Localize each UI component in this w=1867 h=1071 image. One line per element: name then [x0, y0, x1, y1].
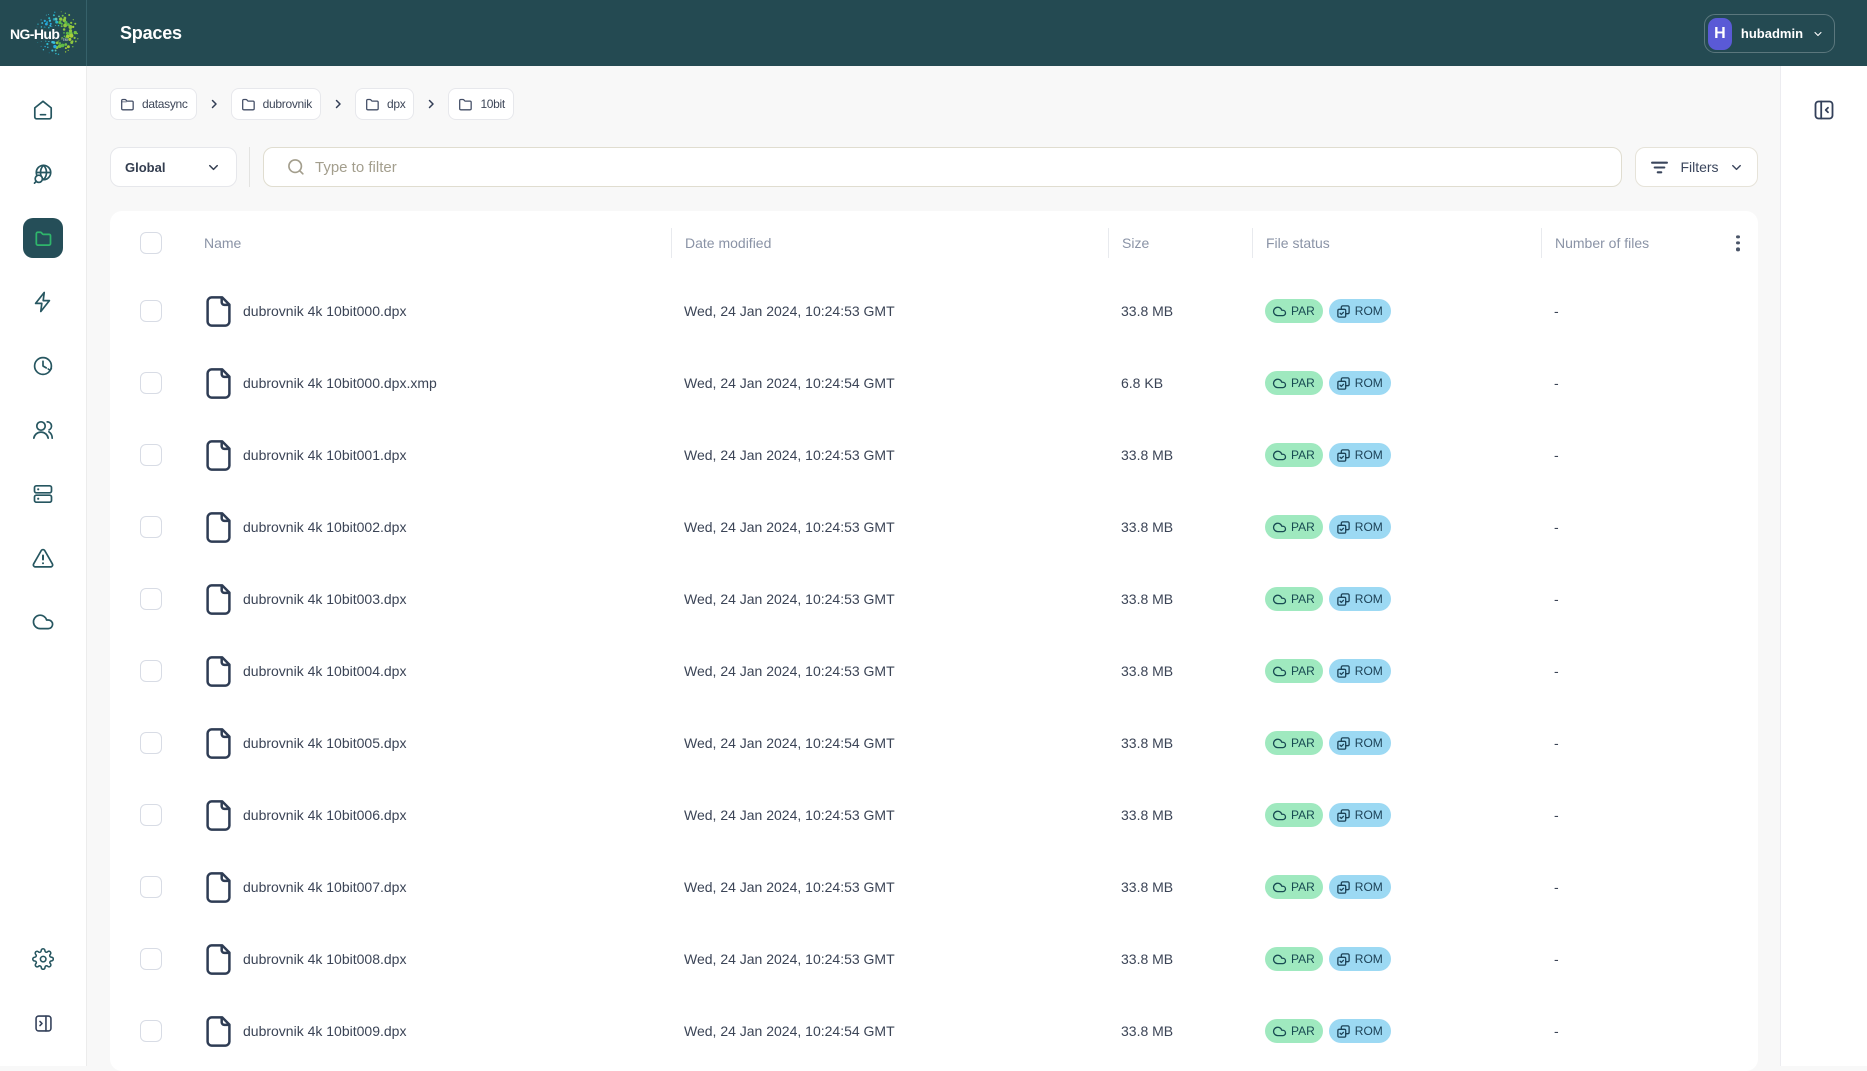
svg-text:TM: TM — [62, 37, 68, 42]
svg-text:NG-Hub: NG-Hub — [10, 26, 59, 42]
